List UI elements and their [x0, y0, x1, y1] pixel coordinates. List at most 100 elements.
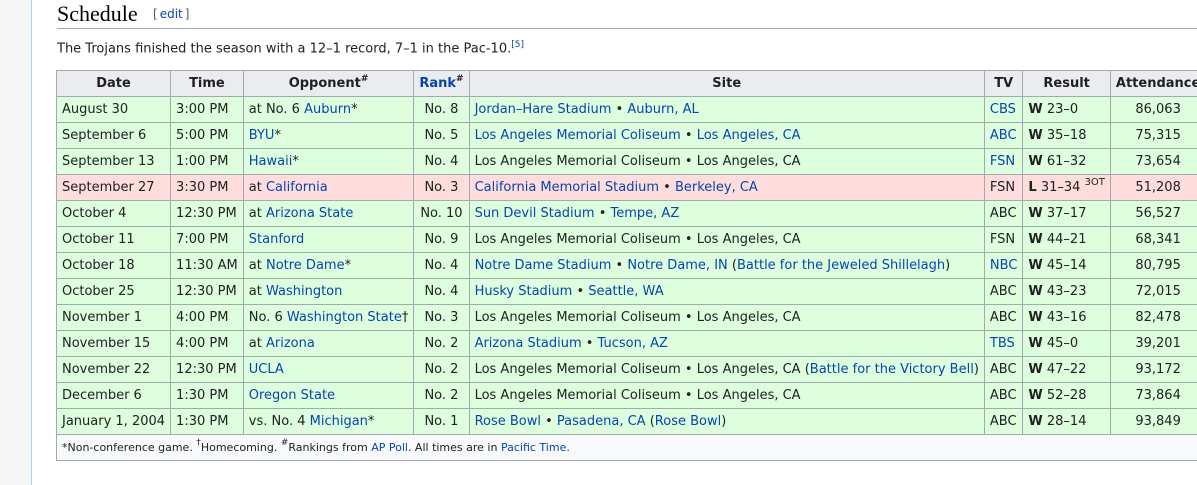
cell-tv: ABC: [983, 200, 1024, 227]
tv-network[interactable]: ABC: [990, 128, 1017, 143]
site-city: Los Angeles, CA: [696, 388, 801, 403]
tv-network[interactable]: TBS: [990, 336, 1015, 351]
cell-attendance: 56,527: [1109, 200, 1197, 227]
opponent-link[interactable]: Arizona State: [266, 206, 353, 221]
opponent-link[interactable]: Arizona: [266, 336, 315, 351]
tv-network[interactable]: CBS: [990, 102, 1016, 117]
cell-site: Los Angeles Memorial Coliseum • Los Ange…: [468, 226, 985, 253]
cell-date: October 11: [55, 226, 172, 253]
site-city[interactable]: Auburn, AL: [627, 102, 698, 117]
site-city[interactable]: Tucson, AZ: [598, 336, 668, 351]
site-city[interactable]: Pasadena, CA: [557, 414, 646, 429]
result-score: 45–0: [1042, 336, 1079, 351]
site-stadium[interactable]: Sun Devil Stadium: [475, 206, 595, 221]
tv-network[interactable]: FSN: [990, 154, 1015, 169]
site-rivalry-link[interactable]: Rose Bowl: [655, 414, 721, 429]
cell-date: November 15: [55, 330, 172, 357]
pacific-time-link[interactable]: Pacific Time: [501, 441, 566, 454]
site-city[interactable]: Notre Dame, IN: [627, 258, 727, 273]
opponent-prefix: at: [248, 206, 266, 221]
tv-network: ABC: [989, 310, 1017, 325]
cell-rank: No. 9: [413, 226, 470, 253]
site-stadium[interactable]: Arizona Stadium: [475, 336, 582, 351]
opponent-link[interactable]: Notre Dame: [266, 258, 345, 273]
result-score: 43–23: [1042, 284, 1087, 299]
cell-date: November 1: [55, 304, 172, 331]
cell-result: W 35–18: [1022, 122, 1111, 149]
site-stadium[interactable]: Los Angeles Memorial Coliseum: [475, 128, 681, 143]
opponent-link[interactable]: Stanford: [249, 232, 304, 247]
site-stadium[interactable]: Jordan–Hare Stadium: [475, 102, 612, 117]
site-city[interactable]: Los Angeles, CA: [697, 128, 801, 143]
cell-time: 12:30 PM: [170, 356, 244, 383]
cell-rank: No. 3: [413, 174, 470, 201]
cell-site: California Memorial Stadium • Berkeley, …: [468, 174, 985, 201]
edit-link[interactable]: edit: [160, 7, 183, 21]
site-stadium[interactable]: Notre Dame Stadium: [475, 258, 612, 273]
site-rivalry-link[interactable]: Battle for the Victory Bell: [810, 362, 974, 377]
result-outcome: W: [1028, 102, 1043, 117]
opponent-prefix: at: [248, 284, 266, 299]
cell-date: August 30: [55, 96, 172, 123]
opponent-link[interactable]: BYU: [249, 128, 275, 143]
site-stadium[interactable]: California Memorial Stadium: [475, 180, 659, 195]
cell-time: 7:00 PM: [170, 226, 244, 253]
opponent-prefix: at: [248, 180, 266, 195]
site-separator: •: [680, 388, 697, 403]
tv-network: ABC: [989, 206, 1017, 221]
header-result: Result: [1022, 70, 1111, 97]
result-score: 28–14: [1042, 414, 1087, 429]
cell-time: 3:00 PM: [170, 96, 244, 123]
cell-opponent: at Arizona: [242, 330, 415, 357]
cell-site: Rose Bowl • Pasadena, CA (Rose Bowl): [468, 408, 985, 435]
cell-site: Los Angeles Memorial Coliseum • Los Ange…: [468, 148, 985, 175]
result-score: 61–32: [1042, 154, 1087, 169]
opponent-link[interactable]: California: [266, 180, 328, 195]
result-score: 43–16: [1042, 310, 1087, 325]
result-score: 23–0: [1042, 102, 1079, 117]
site-stadium[interactable]: Rose Bowl: [475, 414, 541, 429]
opponent-link[interactable]: Oregon State: [249, 388, 335, 403]
opponent-prefix: at No. 6: [248, 102, 305, 117]
cell-rank: No. 2: [413, 330, 470, 357]
opponent-link[interactable]: Hawaii: [249, 154, 293, 169]
header-attendance: Attendance: [1109, 70, 1197, 97]
ap-poll-link[interactable]: AP Poll: [371, 441, 408, 454]
cell-result: W 37–17: [1022, 200, 1111, 227]
opponent-link[interactable]: Washington State: [287, 310, 402, 325]
result-score: 37–17: [1042, 206, 1087, 221]
cell-attendance: 73,864: [1109, 382, 1197, 409]
site-city[interactable]: Tempe, AZ: [611, 206, 680, 221]
cell-tv: ABC: [983, 356, 1024, 383]
cell-attendance: 73,654: [1109, 148, 1197, 175]
site-city: Los Angeles, CA: [696, 362, 801, 377]
opponent-link[interactable]: Washington: [266, 284, 342, 299]
opponent-link[interactable]: Michigan: [310, 414, 368, 429]
header-rank[interactable]: Rank#: [413, 70, 470, 97]
site-stadium: Los Angeles Memorial Coliseum: [474, 154, 681, 169]
cell-opponent: Oregon State: [242, 382, 415, 409]
table-row: September 13 1:00 PM Hawaii* No. 4 Los Angel…: [55, 148, 1197, 175]
opponent-link[interactable]: UCLA: [249, 362, 284, 377]
rank-header-link[interactable]: Rank: [419, 76, 456, 91]
header-time: Time: [170, 70, 244, 97]
section-heading: Schedule [edit]: [57, 1, 1197, 29]
schedule-body: August 30 3:00 PM at No. 6 Auburn* No. 8 Jor…: [55, 96, 1197, 435]
tv-network[interactable]: NBC: [990, 258, 1018, 273]
cell-tv: ABC: [983, 382, 1024, 409]
site-city[interactable]: Seattle, WA: [588, 284, 663, 299]
cell-opponent: No. 6 Washington State†: [242, 304, 415, 331]
opponent-prefix: at: [248, 336, 266, 351]
opponent-link[interactable]: Auburn: [304, 102, 351, 117]
reference-link[interactable]: [5]: [511, 40, 524, 50]
site-city[interactable]: Berkeley, CA: [675, 180, 758, 195]
site-stadium[interactable]: Husky Stadium: [475, 284, 573, 299]
intro-text: The Trojans finished the season with a 1…: [57, 41, 512, 57]
cell-attendance: 82,478: [1109, 304, 1197, 331]
cell-result: W 47–22: [1022, 356, 1111, 383]
cell-time: 4:00 PM: [170, 330, 244, 357]
article-content: Schedule [edit] The Trojans finished the…: [31, 0, 1197, 485]
site-rivalry-link[interactable]: Battle for the Jeweled Shillelagh: [737, 258, 945, 273]
cell-opponent: Stanford: [242, 226, 415, 253]
cell-attendance: 86,063: [1109, 96, 1197, 123]
